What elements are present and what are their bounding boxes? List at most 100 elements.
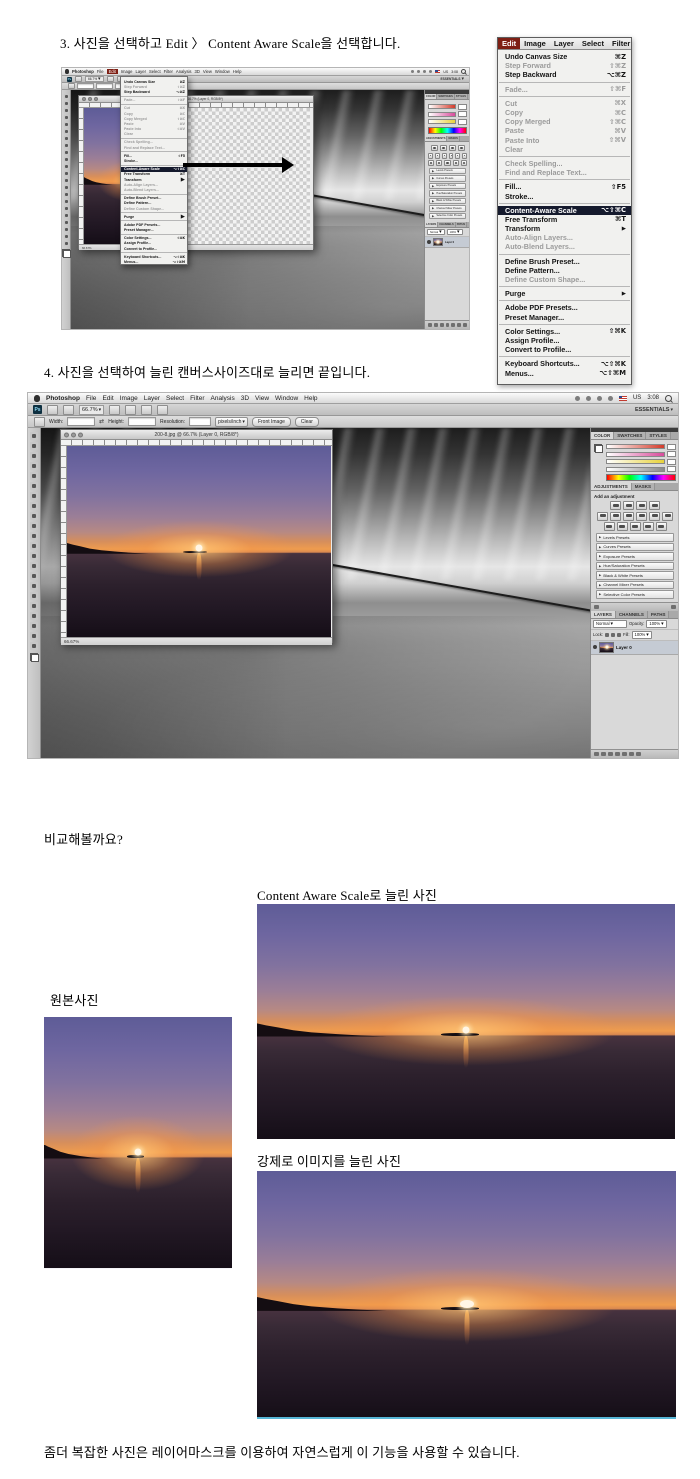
preset-row-levels-presets[interactable]: Levels Presets (596, 533, 674, 542)
exposure-icon[interactable] (649, 501, 660, 510)
panel-tab-masks[interactable]: MASKS (447, 136, 459, 141)
menu-item-assign-profile[interactable]: Assign Profile... (498, 336, 631, 345)
color-value-field[interactable] (667, 459, 676, 465)
layer-group-icon[interactable] (622, 752, 627, 756)
foreground-background-swatch[interactable] (62, 249, 71, 258)
window-buttons[interactable] (64, 432, 83, 437)
clone-stamp-tool[interactable] (30, 512, 38, 520)
brush-tool[interactable] (64, 143, 69, 148)
swap-dimensions-icon[interactable]: ⇄ (99, 418, 104, 425)
3d-rotate-tool[interactable] (30, 612, 38, 620)
preset-row-channel-mixer-presets[interactable]: Channel Mixer Presets (429, 205, 466, 212)
menubar-item-edit[interactable]: Edit (102, 395, 113, 402)
lasso-tool[interactable] (30, 452, 38, 460)
zoom-tool[interactable] (30, 642, 38, 650)
color-balance-icon[interactable] (442, 153, 447, 159)
healing-brush-tool[interactable] (30, 492, 38, 500)
menubar-item-edit[interactable]: Edit (498, 38, 520, 49)
preset-row-hue-saturation-presets[interactable]: Hue/Saturation Presets (596, 562, 674, 571)
color-slider[interactable] (606, 444, 665, 449)
menubar-item-3d[interactable]: 3D (241, 395, 249, 402)
layer-row[interactable]: Layer 0 (591, 641, 678, 655)
preset-row-levels-presets[interactable]: Levels Presets (429, 168, 466, 175)
input-source-flag-icon[interactable] (435, 70, 440, 73)
menu-item-color-settings[interactable]: Color Settings...⇧⌘K (121, 236, 187, 241)
menu-item-fill[interactable]: Fill...⇧F5 (121, 153, 187, 158)
color-spectrum-ramp[interactable] (428, 127, 467, 134)
foreground-background-swatch[interactable] (30, 653, 39, 662)
panel-tab-swatches[interactable]: SWATCHES (614, 432, 646, 439)
apple-menu-icon[interactable] (34, 395, 40, 402)
menu-item-content-aware-scale[interactable]: Content-Aware Scale⌥⇧⌘C (498, 206, 631, 215)
menubar-item-view[interactable]: View (203, 69, 212, 74)
preset-row-exposure-presets[interactable]: Exposure Presets (429, 183, 466, 190)
menu-item-define-custom-shape[interactable]: Define Custom Shape... (498, 275, 631, 284)
preset-row-curves-presets[interactable]: Curves Presets (429, 175, 466, 182)
menu-item-define-pattern[interactable]: Define Pattern... (121, 201, 187, 206)
menubar-item-file[interactable]: File (86, 395, 96, 402)
panel-tab-color[interactable]: COLOR (425, 94, 437, 99)
menu-item-fill[interactable]: Fill...⇧F5 (498, 182, 631, 191)
type-tool[interactable] (30, 582, 38, 590)
menu-item-find-and-replace-text[interactable]: Find and Replace Text... (121, 145, 187, 150)
height-field[interactable] (128, 417, 156, 426)
arrange-documents-icon[interactable] (141, 405, 152, 415)
menu-item-paste[interactable]: Paste⌘V (498, 126, 631, 135)
brightness-contrast-icon[interactable] (431, 145, 438, 151)
menubar-item-window[interactable]: Window (275, 395, 298, 402)
panel-tab-color[interactable]: COLOR (591, 432, 614, 439)
width-field[interactable] (67, 417, 95, 426)
history-brush-tool[interactable] (30, 522, 38, 530)
panel-tab-paths[interactable]: PATHS (456, 222, 467, 227)
workspace-switcher[interactable]: ESSENTIALS (440, 76, 464, 82)
menu-item-content-aware-scale[interactable]: Content-Aware Scale⌥⇧⌘C (121, 167, 187, 172)
menu-item-preset-manager[interactable]: Preset Manager... (121, 228, 187, 233)
menu-item-step-backward[interactable]: Step Backward⌥⌘Z (498, 70, 631, 79)
lock-pixels-icon[interactable] (611, 633, 615, 637)
invert-icon[interactable] (428, 160, 434, 166)
zoom-tool[interactable] (64, 241, 69, 246)
levels-icon[interactable] (440, 145, 447, 151)
menu-item-cut[interactable]: Cut⌘X (498, 99, 631, 108)
photo-filter-icon[interactable] (649, 512, 660, 521)
menubar-item-photoshop[interactable]: Photoshop (46, 395, 80, 402)
spotlight-icon[interactable] (461, 69, 466, 74)
panel-tab-channels[interactable]: CHANNELS (616, 611, 648, 618)
panel-tab-styles[interactable]: STYLES (646, 432, 671, 439)
view-extras-icon[interactable] (63, 405, 74, 415)
levels-icon[interactable] (623, 501, 634, 510)
front-image-button[interactable]: Front Image (252, 417, 291, 427)
3d-orbit-tool[interactable] (64, 227, 69, 232)
hand-tool-icon[interactable] (109, 405, 120, 415)
posterize-icon[interactable] (617, 522, 628, 531)
wifi-icon[interactable] (597, 396, 602, 401)
path-select-tool[interactable] (64, 206, 69, 211)
apple-menu-icon[interactable] (65, 69, 69, 74)
menubar-item-file[interactable]: File (97, 69, 104, 74)
menu-item-adobe-pdf-presets[interactable]: Adobe PDF Presets... (498, 303, 631, 312)
opacity-select[interactable]: 100% (447, 229, 463, 235)
menu-item-free-transform[interactable]: Free Transform⌘T (498, 215, 631, 224)
bridge-icon[interactable] (75, 76, 82, 82)
marquee-tool[interactable] (64, 101, 69, 106)
lasso-tool[interactable] (64, 108, 69, 113)
screen-mode-icon[interactable] (157, 405, 168, 415)
menu-item-clear[interactable]: Clear (121, 132, 187, 137)
menubar-item-view[interactable]: View (255, 395, 269, 402)
delete-layer-icon[interactable] (463, 323, 467, 327)
layer-row[interactable]: Layer 0 (425, 237, 469, 248)
blur-tool[interactable] (30, 552, 38, 560)
status-zoom[interactable]: 66.67% (64, 639, 79, 644)
document-title-bar[interactable]: 200-8.jpg @ 66.7% (Layer 0, RGB/8*) (61, 430, 332, 440)
menu-item-check-spelling[interactable]: Check Spelling... (121, 140, 187, 145)
gradient-tool[interactable] (30, 542, 38, 550)
color-slider[interactable] (428, 119, 456, 124)
layer-mask-icon[interactable] (440, 323, 444, 327)
fill-select[interactable]: 100% (632, 631, 652, 639)
sync-icon[interactable] (575, 396, 580, 401)
menu-item-step-forward[interactable]: Step Forward⇧⌘Z (498, 61, 631, 70)
panel-tab-masks[interactable]: MASKS (632, 483, 655, 490)
healing-brush-tool[interactable] (64, 136, 69, 141)
menu-item-stroke[interactable]: Stroke... (498, 191, 631, 200)
selective-color-icon[interactable] (656, 522, 667, 531)
